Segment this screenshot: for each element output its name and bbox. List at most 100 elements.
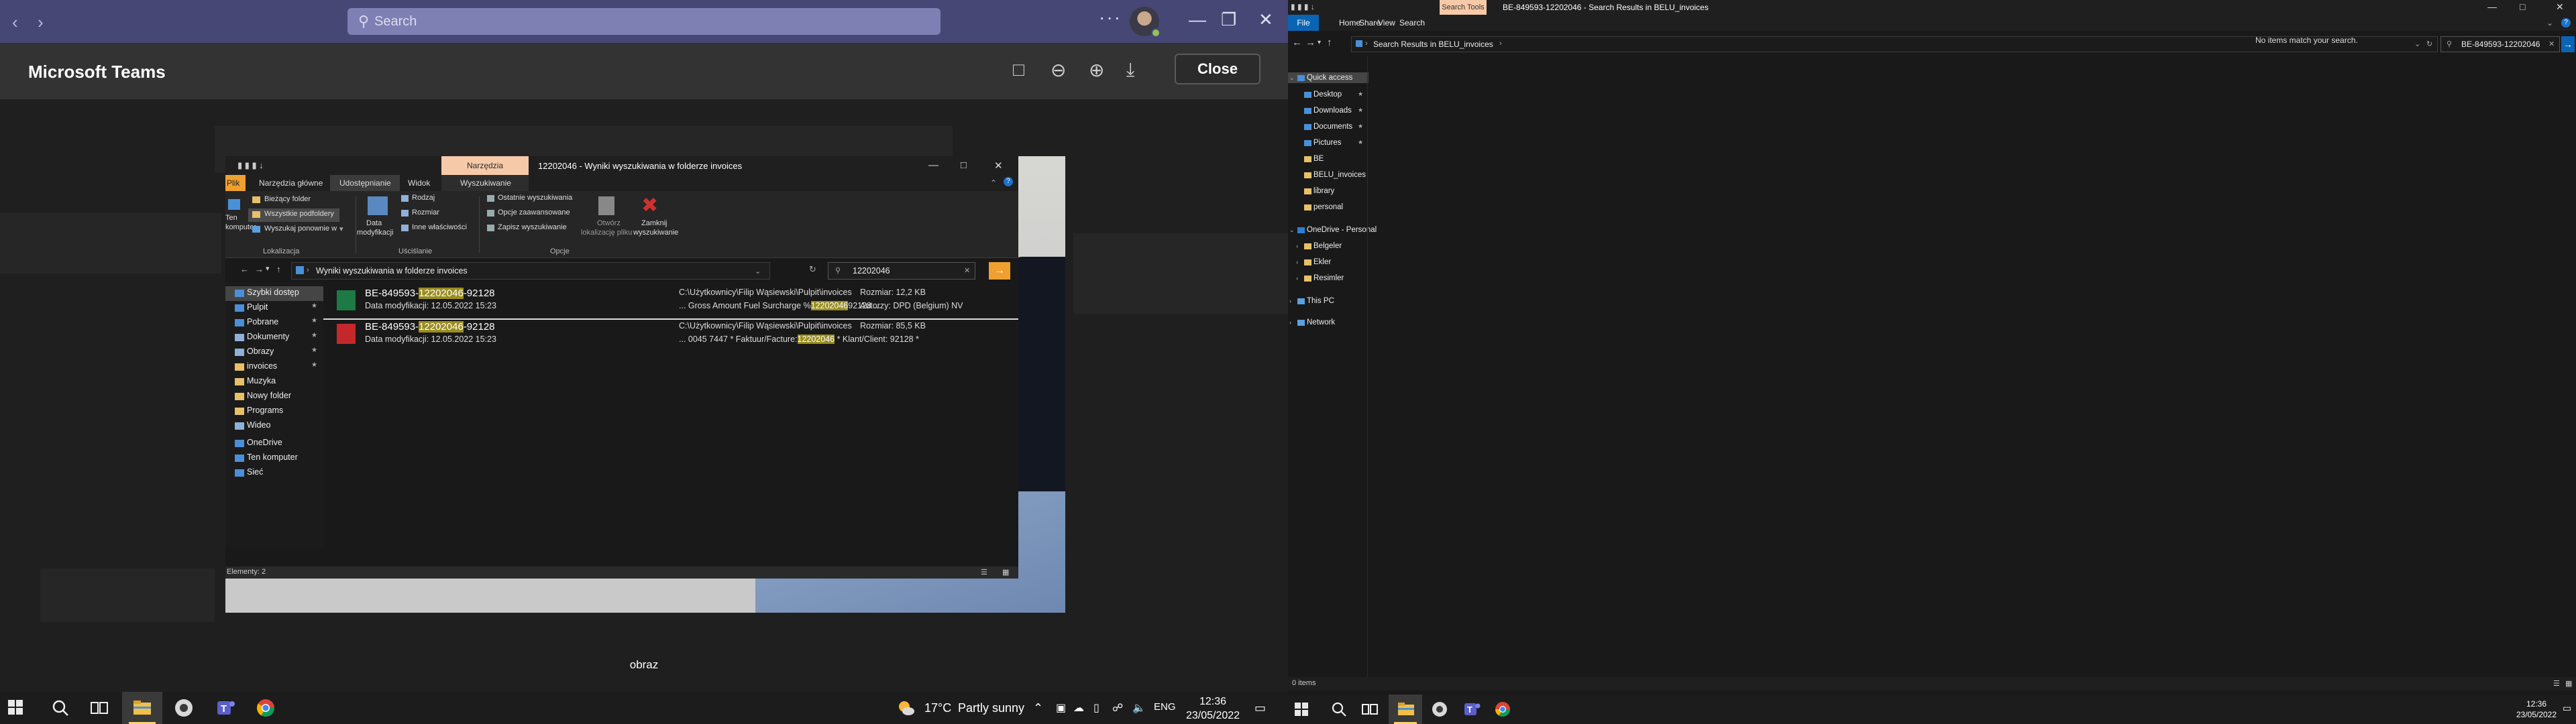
task-view-icon[interactable] <box>89 697 110 719</box>
download-icon[interactable]: ⤓ <box>1126 59 1134 81</box>
nav-item-resimler[interactable]: Resimler <box>1313 274 1344 282</box>
result-row: BE-849593-12202046-92128 Data modyfikacji… <box>323 285 1018 320</box>
minimize-icon[interactable]: — <box>1189 9 1206 30</box>
breadcrumb-chevron-icon[interactable]: › <box>1365 40 1368 48</box>
file-explorer-icon[interactable] <box>1397 700 1415 719</box>
up-arrow-icon[interactable]: ↑ <box>1327 37 1332 48</box>
taskbar-clock[interactable]: 12:36 23/05/2022 <box>1186 695 1240 723</box>
window-close-icon[interactable]: ✕ <box>2556 1 2564 13</box>
address-dropdown-icon[interactable]: ⌄ <box>2414 40 2420 48</box>
battery-icon[interactable]: ▯ <box>1093 701 1099 715</box>
maximize-icon[interactable]: □ <box>2520 1 2525 12</box>
nav-item-onedrive-personal[interactable]: OneDrive - Personal <box>1307 226 1377 234</box>
nav-item-documents[interactable]: Documents <box>1313 123 1352 131</box>
avatar[interactable] <box>1130 7 1161 38</box>
expand-chevron-icon[interactable]: › <box>1289 298 1291 304</box>
cloud-icon[interactable]: ☁ <box>1073 701 1084 715</box>
tab-search[interactable]: Search <box>1399 18 1425 27</box>
tray-app-icon[interactable]: ▣ <box>1056 701 1066 715</box>
maximize-icon[interactable]: ❐ <box>1221 9 1236 30</box>
search-icon[interactable] <box>50 697 71 719</box>
folder-icon <box>235 334 244 341</box>
notifications-icon[interactable]: ▭ <box>1254 701 1266 715</box>
fit-to-screen-icon[interactable]: □ <box>1013 59 1024 80</box>
expand-chevron-icon[interactable]: › <box>1289 319 1291 326</box>
window-close-icon[interactable]: ✕ <box>1258 9 1273 30</box>
recent-locations-icon[interactable]: ▾ <box>1318 39 1321 46</box>
clock-date: 23/05/2022 <box>2516 710 2557 719</box>
zoom-in-icon[interactable]: ⊕ <box>1089 59 1104 81</box>
back-arrow-icon[interactable]: ‹ <box>12 12 18 33</box>
collapse-ribbon-icon[interactable]: ⌄ <box>2546 18 2553 27</box>
search-input[interactable]: ⚲ BE-849593-12202046 ✕ <box>2440 36 2560 52</box>
nav-item-downloads[interactable]: Downloads <box>1313 107 1352 115</box>
search-value[interactable]: BE-849593-12202046 <box>2461 40 2540 49</box>
zoom-out-icon[interactable]: ⊖ <box>1051 59 1066 81</box>
address-text[interactable]: Search Results in BELU_invoices <box>1373 40 1493 49</box>
nav-item-ekler[interactable]: Ekler <box>1313 258 1331 266</box>
chrome-style-app-icon[interactable] <box>1430 700 1449 719</box>
back-arrow-icon[interactable]: ← <box>1292 37 1302 48</box>
chrome-style-app-icon[interactable] <box>173 697 195 719</box>
nav-item-network[interactable]: Network <box>1307 318 1335 326</box>
pin-icon[interactable]: ★ <box>1358 139 1363 146</box>
pin-icon[interactable]: ★ <box>1358 123 1363 130</box>
language-indicator[interactable]: ENG <box>1154 701 1176 713</box>
file-explorer-icon[interactable] <box>131 697 153 719</box>
dropdown-caret-icon: ▾ <box>339 225 343 233</box>
nav-item-this-pc[interactable]: This PC <box>1307 297 1334 305</box>
taskbar-clock[interactable]: 12:36 23/05/2022 <box>2513 699 2560 720</box>
teams-icon[interactable]: T <box>1462 700 1481 719</box>
task-view-icon[interactable] <box>1360 700 1379 719</box>
nav-item-belu-invoices[interactable]: BELU_invoices <box>1313 171 1366 179</box>
help-icon[interactable]: ? <box>2561 18 2571 27</box>
expand-chevron-icon[interactable]: › <box>1296 243 1298 249</box>
weather-temperature[interactable]: 17°C <box>924 701 951 715</box>
more-options-icon[interactable]: ··· <box>1099 7 1122 28</box>
pin-icon[interactable]: ★ <box>1358 107 1363 114</box>
nav-item-pictures[interactable]: Pictures <box>1313 139 1342 147</box>
pane-divider[interactable] <box>1367 56 1368 677</box>
tab-home[interactable]: Home <box>1339 18 1360 27</box>
chrome-icon[interactable] <box>1493 700 1512 719</box>
quick-access-toolbar-icon[interactable]: ▮ ▮ ▮ ↓ <box>1291 2 1315 11</box>
nav-item-belgeler[interactable]: Belgeler <box>1313 242 1342 250</box>
minimize-icon[interactable]: — <box>2487 1 2497 12</box>
expand-chevron-icon[interactable]: › <box>1296 275 1298 282</box>
expand-chevron-icon[interactable]: › <box>1296 259 1298 265</box>
chrome-icon[interactable] <box>255 697 276 719</box>
search-go-icon[interactable]: → <box>2561 36 2575 52</box>
volume-icon[interactable]: 🔈 <box>1132 701 1146 715</box>
expand-chevron-icon[interactable]: ⌄ <box>1289 74 1295 82</box>
teams-icon[interactable]: T <box>215 697 236 719</box>
details-view-icon[interactable]: ☰ <box>2553 679 2560 688</box>
network-icon[interactable]: ☍ <box>1112 701 1123 715</box>
nav-item-library[interactable]: library <box>1313 187 1334 195</box>
nav-item-desktop[interactable]: Desktop <box>1313 90 1342 99</box>
search-icon[interactable] <box>1330 700 1348 719</box>
taskbar-right: T 12:36 23/05/2022 ▭ <box>1288 695 2576 724</box>
nav-item-quick-access[interactable]: Quick access <box>1307 74 1352 82</box>
nav-item-personal[interactable]: personal <box>1313 203 1343 211</box>
nav-item-be[interactable]: BE <box>1313 155 1324 163</box>
pin-icon[interactable]: ★ <box>1358 90 1363 98</box>
forward-arrow-icon[interactable]: → <box>1305 37 1316 48</box>
forward-arrow-icon[interactable]: › <box>38 12 44 33</box>
windows-start-icon[interactable] <box>8 700 23 715</box>
clear-search-icon[interactable]: ✕ <box>2548 40 2555 48</box>
name-prefix: BE-849593- <box>365 321 419 333</box>
tab-file[interactable]: File <box>1288 15 1319 31</box>
teams-search-input[interactable]: ⚲ Search <box>347 8 941 35</box>
breadcrumb-chevron-icon[interactable]: › <box>1499 40 1502 48</box>
close-button[interactable]: Close <box>1175 54 1260 84</box>
weather-sun-icon[interactable] <box>896 699 915 717</box>
tray-chevron-icon[interactable]: ⌃ <box>1033 701 1043 715</box>
expand-chevron-icon[interactable]: ⌄ <box>1289 227 1295 234</box>
search-tools-tab[interactable]: Search Tools <box>1440 0 1487 15</box>
windows-start-icon[interactable] <box>1295 703 1308 716</box>
notifications-icon[interactable]: ▭ <box>2563 703 2571 714</box>
weather-condition[interactable]: Partly sunny <box>958 701 1024 715</box>
tiles-view-icon[interactable]: ▦ <box>2565 679 2572 688</box>
tab-view[interactable]: View <box>1378 18 1395 27</box>
refresh-icon[interactable]: ↻ <box>2426 40 2432 48</box>
